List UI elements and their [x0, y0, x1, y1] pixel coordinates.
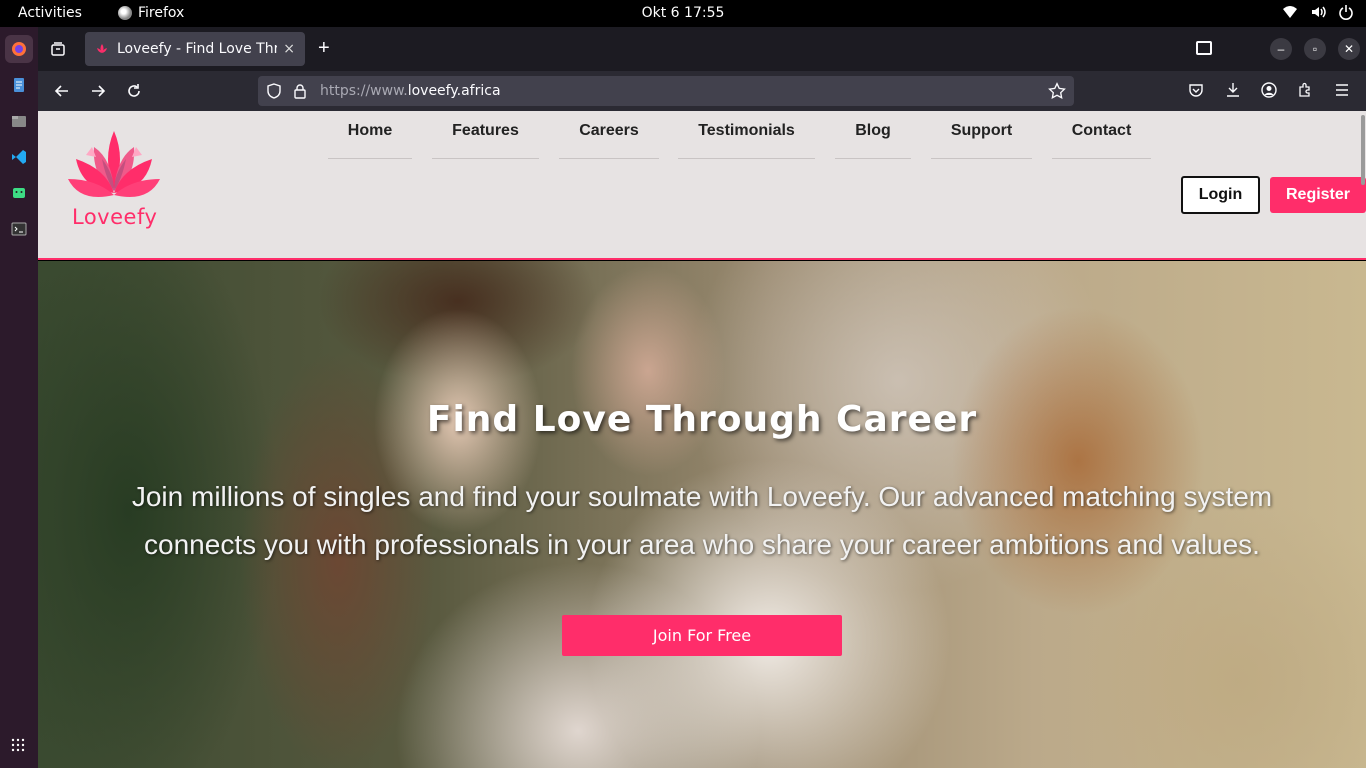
system-top-bar: Activities Firefox Okt 6 17:55 [0, 0, 1366, 27]
dock-text-editor[interactable] [5, 71, 33, 99]
nav-support[interactable]: Support [931, 111, 1032, 159]
text-editor-icon [14, 78, 24, 92]
dock [0, 27, 38, 768]
wifi-icon [1283, 6, 1297, 18]
account-button[interactable] [1261, 82, 1277, 98]
navigation-toolbar: https://www.loveefy.africa [38, 71, 1366, 111]
reload-button[interactable] [125, 82, 143, 100]
firefox-icon [118, 6, 132, 20]
account-icon [1261, 82, 1277, 98]
activities-button[interactable]: Activities [18, 5, 82, 21]
nav-contact[interactable]: Contact [1052, 111, 1151, 159]
close-tab-icon[interactable]: × [283, 41, 295, 57]
url-domain: loveefy.africa [407, 83, 501, 99]
picture-in-picture-icon[interactable] [1196, 41, 1212, 55]
forward-button[interactable] [89, 82, 107, 100]
dock-terminal[interactable] [5, 215, 33, 243]
clock[interactable]: Okt 6 17:55 [642, 5, 725, 21]
list-all-tabs-button[interactable] [48, 39, 68, 59]
lock-icon[interactable] [292, 83, 308, 99]
hero-title: Find Love Through Career [426, 399, 978, 440]
restore-icon: ▫ [1312, 42, 1318, 56]
new-tab-button[interactable]: + [318, 38, 330, 58]
join-for-free-button[interactable]: Join For Free [562, 615, 842, 656]
firefox-icon [12, 42, 26, 56]
close-icon: ✕ [1343, 42, 1355, 56]
extensions-button[interactable] [1297, 82, 1313, 98]
tab-bar: Loveefy - Find Love Through Career × + –… [38, 27, 1366, 71]
site-header: Loveefy Home Features Careers Testimonia… [38, 111, 1366, 260]
tracking-protection-shield-icon[interactable] [266, 83, 282, 99]
page-scrollbar[interactable] [1361, 115, 1365, 185]
tab-title: Loveefy - Find Love Through Career [117, 41, 278, 57]
vscode-icon [12, 150, 26, 164]
hero-section: Find Love Through Career Join millions o… [38, 261, 1366, 768]
hamburger-menu-icon [1336, 84, 1348, 96]
nav-features[interactable]: Features [432, 111, 539, 159]
power-icon [1339, 5, 1353, 20]
login-button[interactable]: Login [1181, 176, 1260, 214]
maximize-button[interactable]: ▫ [1304, 38, 1326, 60]
back-arrow-icon [54, 85, 68, 97]
download-icon [1227, 83, 1239, 97]
downloads-button[interactable] [1225, 82, 1241, 98]
forward-arrow-icon [92, 85, 106, 97]
android-icon [13, 188, 25, 198]
address-bar[interactable]: https://www.loveefy.africa [258, 76, 1074, 106]
dock-android[interactable] [5, 179, 33, 207]
bookmark-star-icon[interactable] [1048, 82, 1066, 100]
reload-icon [128, 84, 140, 97]
app-menu-button[interactable] [1334, 82, 1350, 98]
url-text[interactable]: https://www.loveefy.africa [320, 83, 501, 99]
tab-loveefy[interactable]: Loveefy - Find Love Through Career × [85, 32, 305, 66]
pocket-button[interactable] [1188, 82, 1204, 98]
tab-overview-icon [51, 42, 65, 56]
files-icon [12, 116, 26, 127]
nav-home[interactable]: Home [328, 111, 412, 159]
dock-firefox[interactable] [5, 35, 33, 63]
app-name: Firefox [138, 5, 185, 21]
register-button[interactable]: Register [1270, 177, 1366, 213]
dock-files[interactable] [5, 107, 33, 135]
dock-vscode[interactable] [5, 143, 33, 171]
nav-blog[interactable]: Blog [835, 111, 911, 159]
system-menu[interactable] [1282, 4, 1354, 20]
back-button[interactable] [53, 82, 71, 100]
hero-description: Join millions of singles and find your s… [131, 481, 1273, 560]
pocket-icon [1189, 84, 1203, 97]
minimize-button[interactable]: – [1270, 38, 1292, 60]
lotus-favicon-icon [97, 44, 107, 53]
nav-testimonials[interactable]: Testimonials [678, 111, 815, 159]
nav-careers[interactable]: Careers [559, 111, 659, 159]
volume-icon [1312, 6, 1326, 18]
show-applications-icon[interactable] [11, 738, 25, 752]
brand-name[interactable]: Loveefy [72, 205, 157, 229]
url-prefix: https://www. [320, 83, 408, 99]
terminal-icon [11, 222, 27, 236]
app-menu[interactable]: Firefox [118, 5, 184, 21]
puzzle-icon [1299, 82, 1310, 97]
minimize-icon: – [1277, 42, 1285, 56]
close-window-button[interactable]: ✕ [1338, 38, 1360, 60]
